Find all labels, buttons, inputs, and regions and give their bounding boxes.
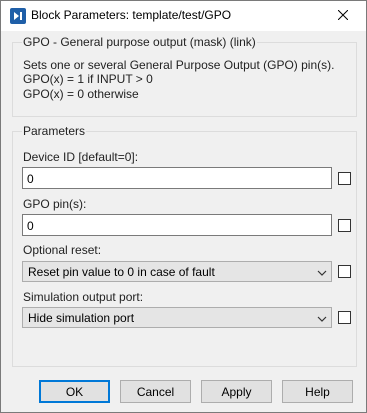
device-id-input[interactable]: 0 (22, 167, 332, 189)
help-button[interactable]: Help (282, 380, 353, 403)
optional-reset-dropdown[interactable]: Reset pin value to 0 in case of fault (22, 261, 332, 282)
title-bar: Block Parameters: template/test/GPO (1, 1, 366, 31)
close-icon (337, 9, 349, 23)
simulink-block-icon (10, 8, 26, 24)
optional-reset-label: Optional reset: (23, 243, 102, 257)
optional-reset-value: Reset pin value to 0 in case of fault (28, 265, 215, 279)
ok-button[interactable]: OK (39, 380, 110, 403)
apply-button[interactable]: Apply (201, 380, 272, 403)
cancel-button[interactable]: Cancel (120, 380, 191, 403)
window-title: Block Parameters: template/test/GPO (31, 8, 232, 22)
block-parameters-dialog: Block Parameters: template/test/GPO GPO … (0, 0, 367, 413)
gpo-pins-input[interactable]: 0 (22, 214, 332, 236)
optional-reset-checkbox[interactable] (338, 265, 351, 278)
sim-output-port-checkbox[interactable] (338, 311, 351, 324)
description-line: Sets one or several General Purpose Outp… (23, 58, 335, 72)
device-id-checkbox[interactable] (338, 172, 351, 185)
description-line: GPO(x) = 0 otherwise (23, 87, 139, 101)
gpo-pins-label: GPO pin(s): (23, 197, 87, 211)
gpo-pins-checkbox[interactable] (338, 219, 351, 232)
parameters-group: Parameters Device ID [default=0]: 0 GPO … (12, 124, 357, 367)
chevron-down-icon (317, 266, 327, 280)
description-line: GPO(x) = 1 if INPUT > 0 (23, 72, 153, 86)
description-group-title: GPO - General purpose output (mask) (lin… (22, 35, 257, 49)
close-button[interactable] (320, 1, 366, 31)
parameters-group-title: Parameters (22, 124, 87, 138)
chevron-down-icon (317, 312, 327, 326)
description-group: GPO - General purpose output (mask) (lin… (12, 35, 357, 117)
sim-output-port-label: Simulation output port: (23, 290, 144, 304)
device-id-label: Device ID [default=0]: (23, 150, 139, 164)
sim-output-port-dropdown[interactable]: Hide simulation port (22, 307, 332, 328)
sim-output-port-value: Hide simulation port (28, 311, 135, 325)
